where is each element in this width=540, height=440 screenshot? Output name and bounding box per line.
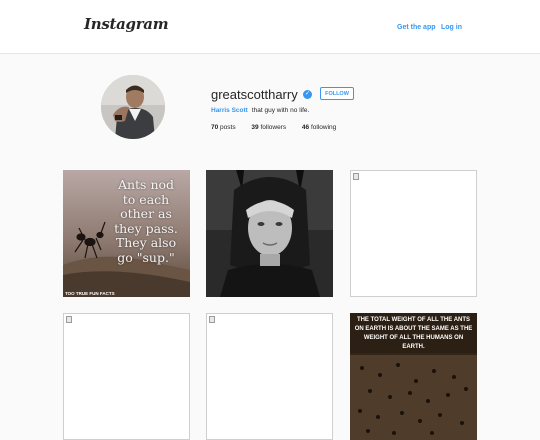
post-portrait[interactable] — [206, 170, 333, 297]
ants-footer-text: TOO TRUE FUN FACTS — [65, 291, 115, 296]
avatar-photo — [101, 75, 165, 139]
post-broken-image[interactable] — [350, 170, 477, 297]
broken-image-icon — [66, 316, 72, 323]
portrait-photo — [206, 170, 333, 297]
profile-full-name: Harris Scott — [211, 107, 248, 114]
log-in-link[interactable]: Log in — [441, 24, 462, 31]
profile-avatar[interactable] — [101, 75, 165, 139]
posts-count[interactable]: 70 posts — [211, 124, 236, 131]
followers-count[interactable]: 39 followers — [251, 124, 286, 131]
broken-image-icon — [353, 173, 359, 180]
instagram-logo[interactable]: Instagram — [84, 15, 169, 33]
profile-username: greatscottharry — [211, 87, 298, 102]
profile-stats: 70 posts 39 followers 46 following — [211, 124, 350, 131]
verified-badge-icon: ✓ — [303, 90, 312, 99]
ants-weight-fact-text: The total weight of all the ants on eart… — [350, 313, 477, 355]
post-broken-image[interactable] — [206, 313, 333, 440]
post-ants-nod[interactable]: Ants nod to each other as they pass. The… — [63, 170, 190, 297]
follow-button[interactable]: FOLLOW — [320, 87, 354, 100]
profile-bio: Harris Scott that guy with no life. — [211, 107, 309, 114]
following-count[interactable]: 46 following — [302, 124, 336, 131]
ants-quote-text: Ants nod to each other as they pass. The… — [114, 177, 178, 265]
profile-bio-text: that guy with no life. — [251, 107, 310, 114]
post-ants-weight[interactable]: The total weight of all the ants on eart… — [350, 313, 477, 440]
post-broken-image[interactable] — [63, 313, 190, 440]
get-the-app-link[interactable]: Get the app — [397, 24, 436, 31]
top-navigation-bar: Instagram Get the app Log in — [0, 0, 540, 54]
broken-image-icon — [209, 316, 215, 323]
